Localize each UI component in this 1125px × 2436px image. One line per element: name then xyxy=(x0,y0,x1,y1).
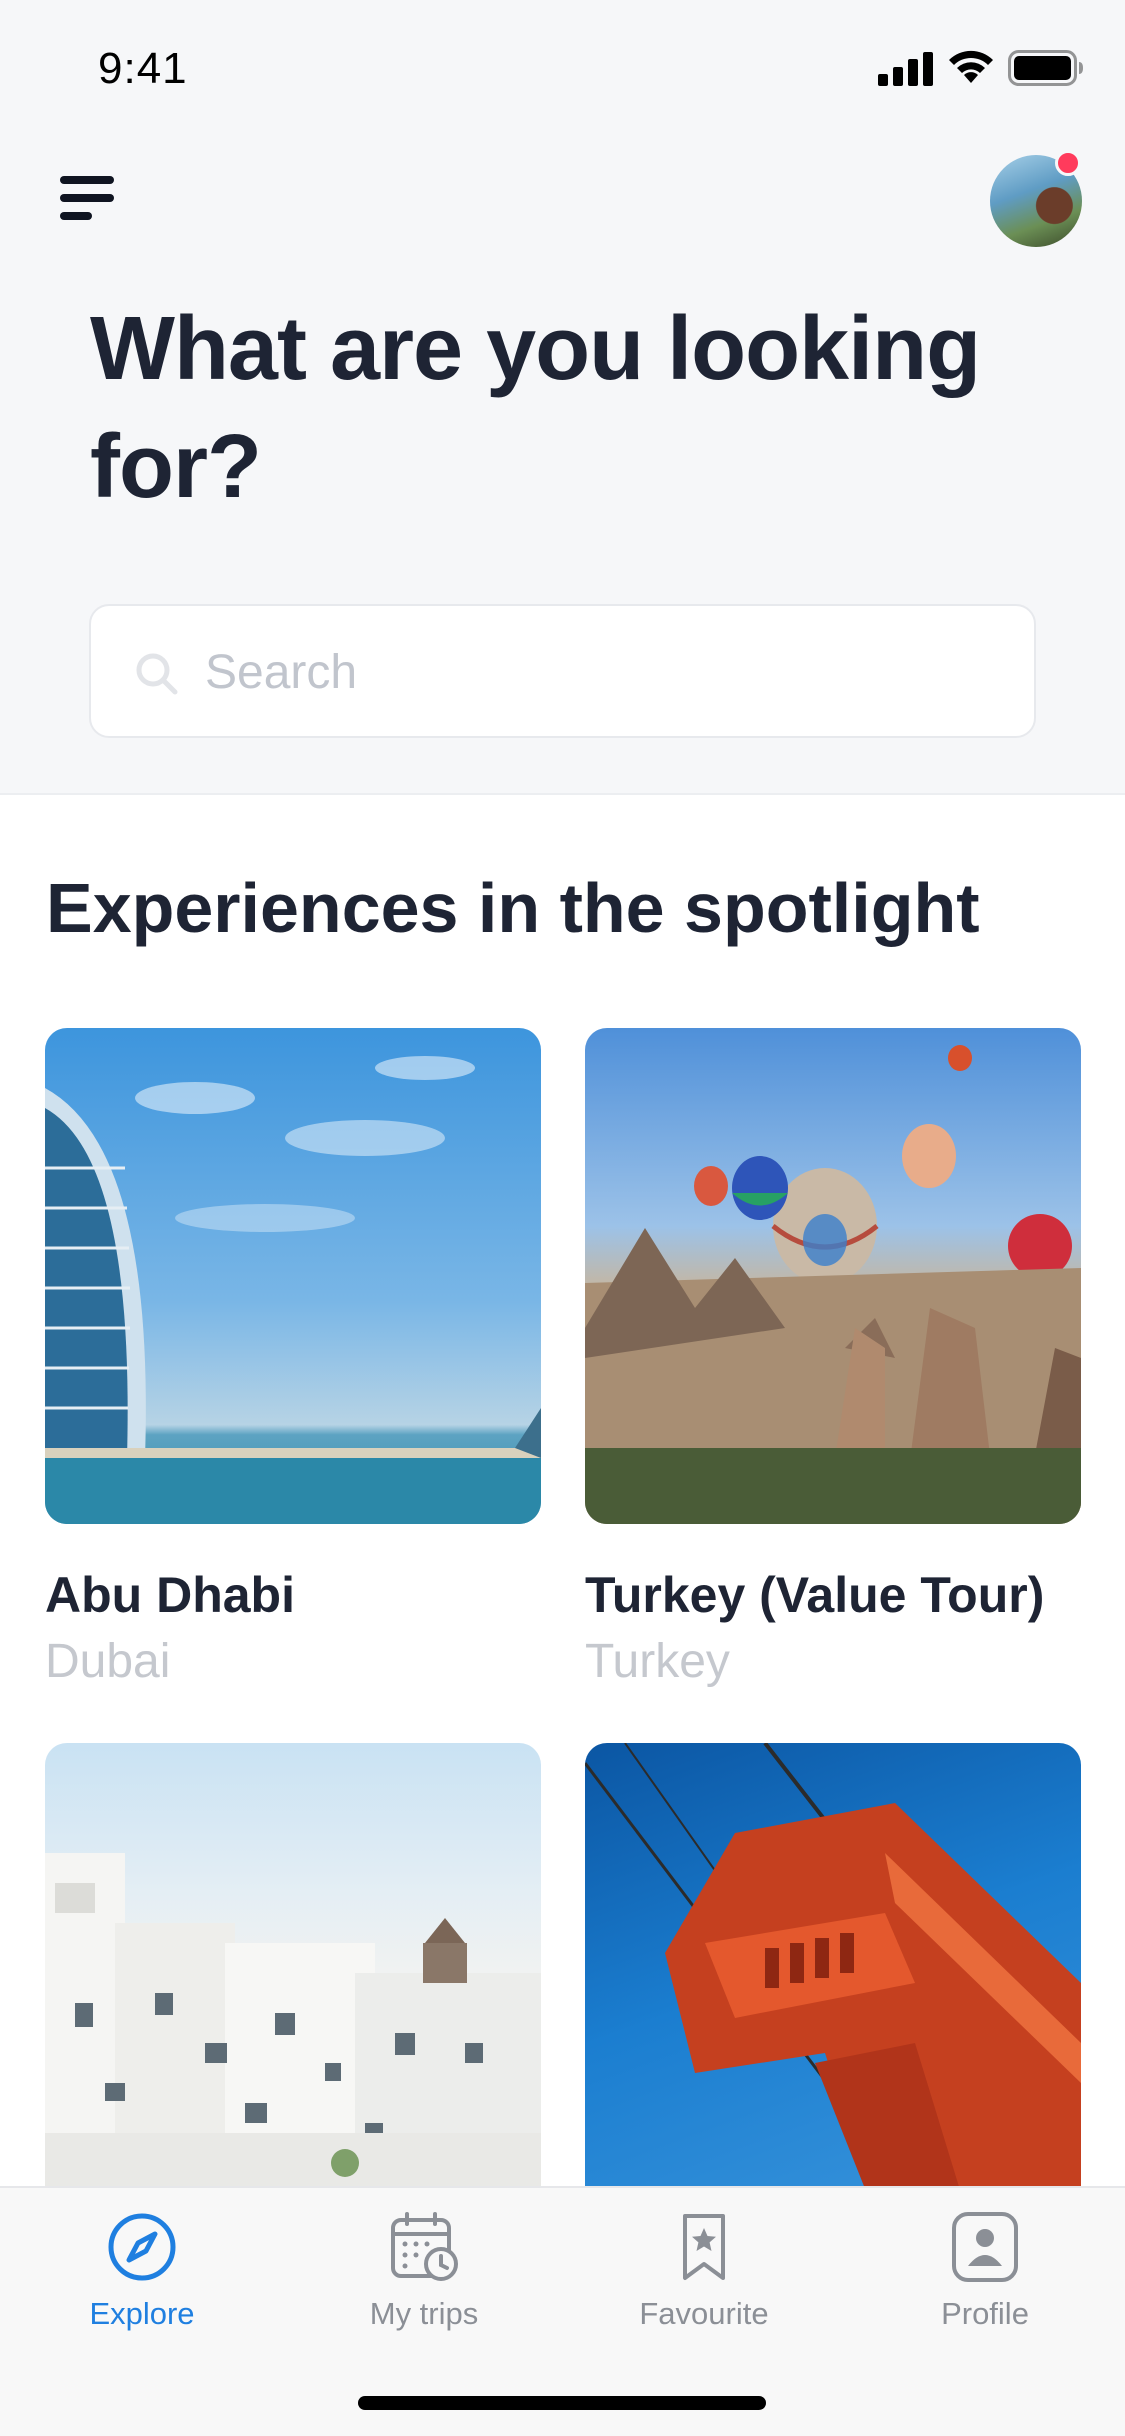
hot-air-balloons-illustration xyxy=(585,1045,1081,1524)
status-bar: 9:41 xyxy=(0,0,1125,140)
page-title: What are you looking for? xyxy=(90,299,981,517)
tab-explore[interactable]: Explore xyxy=(32,2210,252,2332)
card-image-golden-gate xyxy=(585,1743,1081,2239)
menu-icon[interactable] xyxy=(58,172,116,224)
calendar-clock-icon xyxy=(391,2212,458,2281)
card-subtitle: Dubai xyxy=(45,1635,171,1688)
tab-label: Favourite xyxy=(639,2296,769,2331)
tab-favourite[interactable]: Favourite xyxy=(594,2210,814,2332)
burj-al-arab-illustration xyxy=(45,1056,541,1524)
bookmark-star-icon xyxy=(683,2214,725,2280)
home-indicator xyxy=(358,2396,766,2410)
bridge-tower-illustration xyxy=(585,1743,1081,2239)
compass-icon xyxy=(108,2213,176,2281)
card-title: Turkey (Value Tour) xyxy=(585,1567,1045,1623)
cellular-signal-icon xyxy=(878,52,933,86)
section-title: Experiences in the spotlight xyxy=(46,869,980,947)
experience-card-abu-dhabi[interactable]: Abu Dhabi Dubai xyxy=(45,1028,541,1689)
card-subtitle: Turkey xyxy=(585,1635,730,1688)
tab-label: Explore xyxy=(89,2296,195,2331)
experience-card-turkey[interactable]: Turkey (Value Tour) Turkey xyxy=(585,1028,1081,1689)
tab-my-trips[interactable]: My trips xyxy=(314,2210,534,2332)
notification-dot xyxy=(1055,150,1081,176)
search-input[interactable] xyxy=(205,636,1005,708)
profile-icon xyxy=(952,2212,1018,2282)
card-image-turkey xyxy=(585,1028,1081,1524)
tab-profile[interactable]: Profile xyxy=(875,2210,1095,2332)
tab-label: Profile xyxy=(941,2296,1029,2331)
wifi-icon xyxy=(949,50,993,83)
card-image-santorini xyxy=(45,1743,541,2239)
card-title: Abu Dhabi xyxy=(45,1567,295,1623)
santorini-illustration xyxy=(45,1853,541,2239)
search-bar[interactable] xyxy=(89,604,1036,738)
card-image-abu-dhabi xyxy=(45,1028,541,1524)
status-time: 9:41 xyxy=(98,44,188,93)
tab-label: My trips xyxy=(369,2296,479,2331)
search-icon xyxy=(136,653,178,695)
battery-icon xyxy=(1008,50,1083,86)
